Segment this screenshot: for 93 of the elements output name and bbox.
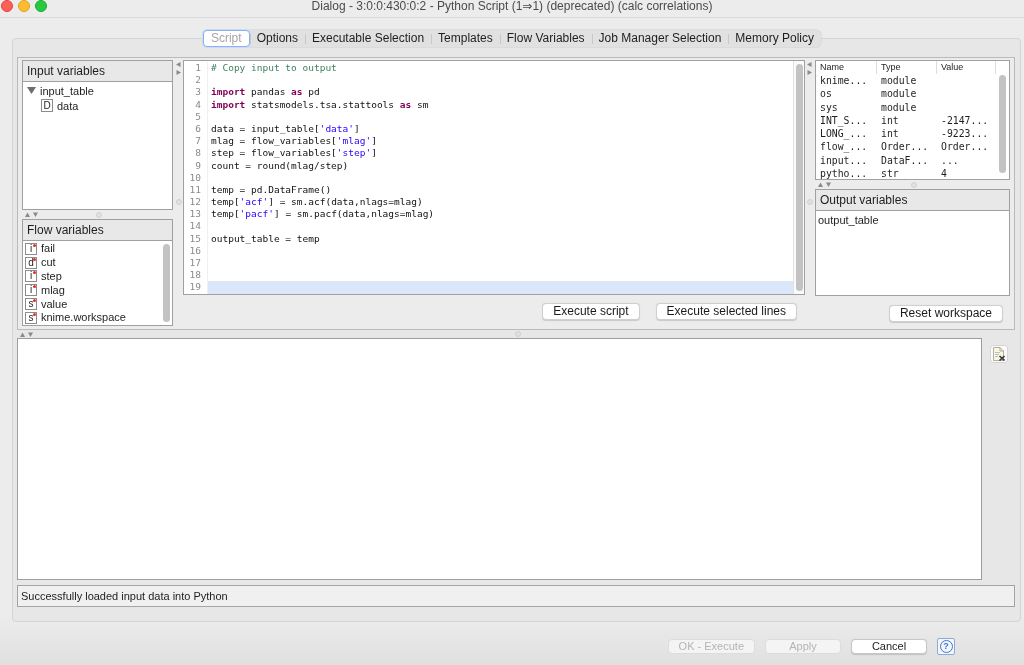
line-number: 9 [194, 159, 202, 172]
table-cell-text: DataF... [880, 153, 930, 168]
table-cell-text: pytho... [819, 167, 869, 181]
flag-dot-icon [33, 271, 36, 275]
line-number: 15 [188, 232, 202, 245]
line-number: 16 [188, 244, 202, 257]
list-item[interactable]: mlag [41, 283, 65, 297]
list-item[interactable]: value [41, 297, 68, 311]
line-number: 8 [194, 147, 202, 160]
splitter-grip-icon[interactable] [806, 199, 813, 205]
execute-button[interactable]: Execute script [542, 303, 640, 320]
line-number: 18 [188, 269, 202, 282]
table-cell-text: str [880, 167, 900, 181]
table-cell-text: -2147... [940, 113, 990, 128]
type-letter: D [41, 99, 53, 112]
splitter-arrows-icon[interactable] [818, 182, 831, 187]
table-cell-text: ... [940, 153, 960, 168]
table-cell-text: int [880, 127, 900, 141]
line-number: 4 [194, 98, 202, 111]
line-number: 19 [188, 281, 202, 294]
line-number: 13 [188, 208, 202, 221]
panel-title: Input variables [23, 61, 172, 82]
table-cell-text: 4 [940, 167, 948, 181]
execute-button[interactable]: Execute selected lines [655, 303, 797, 320]
tree-item[interactable]: data [57, 99, 79, 112]
type-letter: i [25, 284, 37, 297]
column-header[interactable]: Value [937, 61, 996, 74]
list-item[interactable]: output_table [818, 214, 1007, 227]
type-letter: s [25, 298, 37, 311]
splitter-grip-icon[interactable] [514, 331, 521, 337]
table-cell-text: module [880, 74, 918, 88]
dialog-button[interactable]: Cancel [851, 639, 927, 654]
close-button[interactable] [1, 0, 13, 12]
minimize-button[interactable] [18, 0, 30, 12]
type-letter: i [25, 242, 37, 255]
flag-dot-icon [33, 285, 36, 289]
table-cell-text: INT_S... [819, 113, 869, 128]
table-cell-text: module [880, 87, 918, 101]
flag-dot-icon [33, 243, 36, 247]
help-button[interactable]: ? [937, 638, 955, 655]
line-number: 1 [194, 62, 202, 75]
type-letter: i [25, 270, 37, 283]
table-cell-text: module [880, 100, 918, 114]
type-letter: d [25, 256, 37, 269]
table-cell-text: Order... [940, 140, 990, 154]
table-cell-text: Order... [880, 140, 930, 154]
line-number: 6 [194, 122, 202, 136]
clear-button[interactable] [990, 345, 1008, 363]
splitter-grip-icon[interactable] [911, 181, 917, 188]
splitter-arrows-icon[interactable] [807, 62, 812, 75]
flag-dot-icon [33, 257, 36, 261]
list-item[interactable]: knime.workspace [41, 311, 126, 325]
line-number: 2 [194, 74, 202, 87]
panel-title: Output variables [816, 190, 1009, 211]
table-cell-text: input... [819, 153, 869, 168]
table-cell-text: -9223... [940, 127, 990, 141]
line-number: 12 [188, 196, 202, 209]
line-number: 14 [188, 220, 202, 233]
line-number: 11 [188, 183, 202, 197]
line-number: 3 [194, 86, 202, 99]
line-number: 10 [188, 171, 202, 184]
table-cell-text: int [880, 113, 900, 128]
list-item[interactable]: fail [41, 242, 56, 256]
table-cell-text: sys [819, 100, 839, 114]
list-item[interactable]: step [41, 270, 62, 283]
column-header[interactable]: Type [877, 61, 937, 74]
line-number: 7 [194, 135, 202, 148]
splitter-grip-icon[interactable] [96, 211, 102, 218]
table-cell-text: os [819, 87, 833, 101]
table-cell-text: knime... [819, 74, 869, 88]
line-number: 17 [188, 257, 202, 270]
code-editor[interactable] [183, 60, 805, 295]
zoom-button[interactable] [35, 0, 47, 12]
panel-title: Flow variables [23, 220, 172, 241]
status-bar: Successfully loaded input data into Python [17, 585, 1015, 607]
table-cell-text: LONG_... [819, 127, 869, 141]
flag-dot-icon [33, 312, 36, 316]
tree-item[interactable]: input_table [40, 84, 94, 97]
expand-arrow-icon[interactable] [27, 87, 36, 94]
list-item[interactable]: cut [41, 256, 56, 270]
line-number: 5 [194, 110, 202, 123]
reset-button[interactable]: Reset workspace [888, 305, 1003, 322]
scroll-thumb[interactable] [999, 75, 1006, 173]
splitter-grip-icon[interactable] [175, 199, 182, 205]
splitter-arrows-icon[interactable] [20, 331, 33, 337]
document-cross-icon [993, 347, 1005, 361]
type-letter: s [25, 311, 37, 324]
splitter-arrows-icon[interactable] [25, 212, 38, 217]
column-header[interactable]: Name [816, 61, 877, 74]
flag-dot-icon [33, 299, 36, 303]
table-cell-text: flow_... [819, 140, 869, 154]
window-title: Dialog - 3:0:0:430:0:2 - Python Script (1⇒1) (deprecated) (calc correlations) [311, 0, 713, 15]
splitter-arrows-icon[interactable] [176, 62, 181, 75]
